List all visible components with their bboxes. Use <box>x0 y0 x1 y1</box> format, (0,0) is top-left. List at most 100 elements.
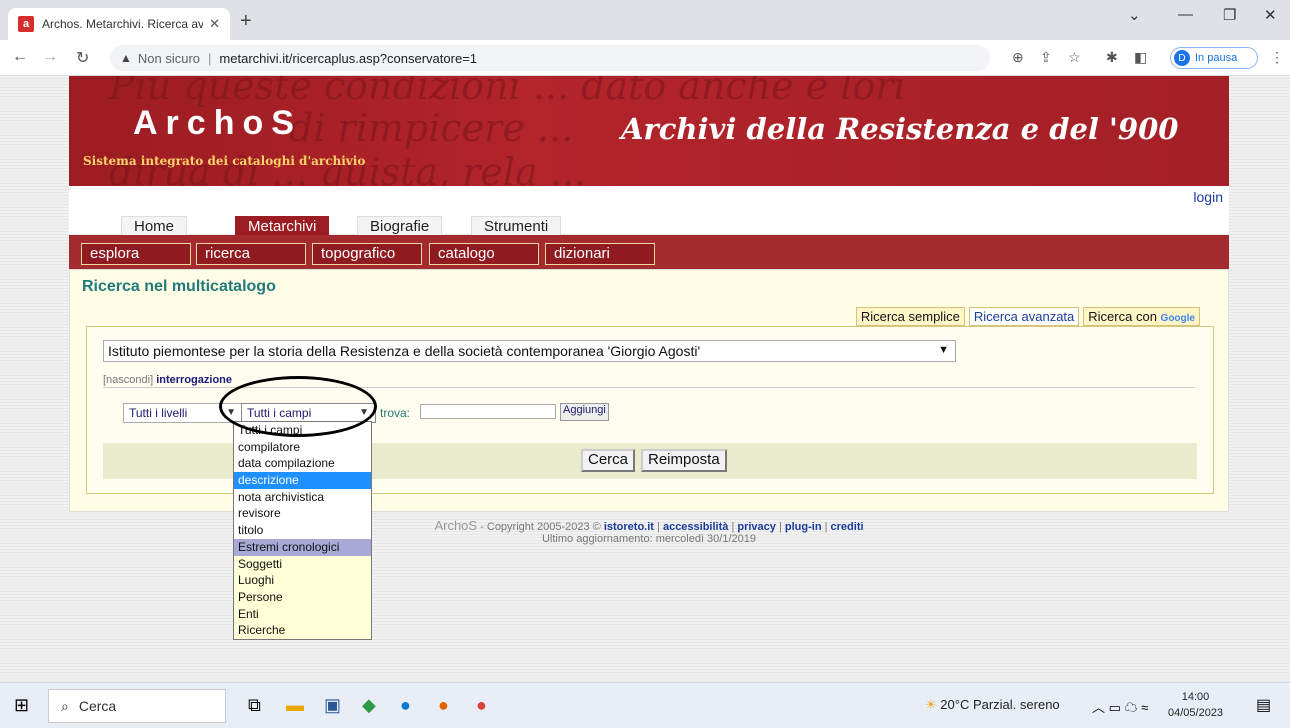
subnav-esplora[interactable]: esplora <box>81 243 191 265</box>
warning-icon[interactable]: ▲ <box>120 51 132 65</box>
level-select-value: Tutti i livelli <box>129 406 188 420</box>
tab-strumenti[interactable]: Strumenti <box>471 216 562 235</box>
highlight-circle <box>219 376 377 437</box>
subnav-ricerca[interactable]: ricerca <box>196 243 306 265</box>
tab-search-icon[interactable]: ⌄ <box>1128 6 1141 24</box>
option-persone[interactable]: Persone <box>234 588 371 606</box>
chrome-icon[interactable]: ● <box>476 695 487 716</box>
zoom-icon[interactable]: ⊕ <box>1012 49 1024 66</box>
task-view-icon[interactable]: ⧉ <box>248 695 261 716</box>
hide-link[interactable]: [nascondi] <box>103 374 153 386</box>
tab-title: Archos. Metarchivi. Ricerca avanz <box>42 17 204 31</box>
reset-button[interactable]: Reimposta <box>641 449 727 472</box>
page-title: Ricerca nel multicatalogo <box>82 278 276 295</box>
handwriting-decoration: di rimpicere ... <box>289 106 574 150</box>
add-button[interactable]: Aggiungi <box>560 403 609 421</box>
find-label: trova: <box>380 406 411 420</box>
institute-select-value: Istituto piemontese per la storia della … <box>108 343 701 359</box>
option-titolo[interactable]: titolo <box>234 522 371 539</box>
google-logo: Google <box>1160 313 1195 324</box>
mode-google-label: Ricerca con <box>1088 309 1157 324</box>
find-input[interactable] <box>420 404 556 419</box>
bookmark-star-icon[interactable]: ☆ <box>1068 49 1081 66</box>
reload-icon[interactable]: ↻ <box>76 48 89 68</box>
security-label: Non sicuro <box>137 50 201 66</box>
option-soggetti[interactable]: Soggetti <box>234 555 371 573</box>
file-explorer-icon[interactable]: ▬ <box>286 695 304 716</box>
new-tab-icon[interactable]: + <box>240 10 252 33</box>
option-descrizione[interactable]: descrizione <box>234 472 371 489</box>
search-button[interactable]: Cerca <box>581 449 636 472</box>
mode-google[interactable]: Ricerca con Google <box>1083 307 1200 326</box>
minimize-icon[interactable]: — <box>1178 6 1193 23</box>
weather-widget[interactable]: ☀ 20°C Parzial. sereno <box>925 697 1060 713</box>
taskbar-search-placeholder: Cerca <box>78 698 117 714</box>
mode-advanced[interactable]: Ricerca avanzata <box>968 307 1080 326</box>
avatar: D <box>1174 50 1190 66</box>
menu-icon[interactable]: ⋮ <box>1270 49 1284 66</box>
app-icon[interactable]: ◆ <box>362 695 376 716</box>
forward-icon[interactable]: → <box>42 48 58 66</box>
subnav-topografico[interactable]: topografico <box>312 243 422 265</box>
footer-link-istoreto[interactable]: istoreto.it <box>604 521 654 533</box>
address-separator: | <box>208 50 212 66</box>
subnav-catalogo[interactable]: catalogo <box>429 243 539 265</box>
chevron-down-icon: ▼ <box>938 344 949 356</box>
windows-taskbar: ⊞ ⌕ Cerca ⧉ ▬ ▣ ◆ ● ● ● ☀ 20°C Parzial. … <box>0 682 1290 728</box>
share-icon[interactable]: ⇪ <box>1040 49 1052 66</box>
profile-button[interactable]: D In pausa <box>1170 47 1258 69</box>
footer-link-credits[interactable]: crediti <box>831 521 864 533</box>
banner-headline: Archivi della Resistenza e del '900 <box>621 112 1179 146</box>
clock-time: 14:00 <box>1181 691 1210 703</box>
restore-icon[interactable]: ❐ <box>1223 6 1236 24</box>
search-mode-tabs: Ricerca semplice Ricerca avanzata Ricerc… <box>855 307 1200 326</box>
notifications-icon[interactable]: ▤ <box>1256 695 1271 715</box>
browser-titlebar: a Archos. Metarchivi. Ricerca avanz ✕ + … <box>0 0 1290 40</box>
weather-icon: ☀ <box>925 697 937 712</box>
url-text: metarchivi.it/ricercaplus.asp?conservato… <box>219 50 478 66</box>
side-panel-icon[interactable]: ◧ <box>1134 49 1147 66</box>
tab-home[interactable]: Home <box>121 216 188 235</box>
query-toggle[interactable]: [nascondi] interrogazione <box>103 374 232 386</box>
institute-select[interactable]: Istituto piemontese per la storia della … <box>103 340 956 362</box>
clock-date: 04/05/2023 <box>1168 707 1224 719</box>
close-tab-icon[interactable]: ✕ <box>209 16 220 32</box>
query-label: interrogazione <box>156 374 233 386</box>
taskbar-search[interactable]: ⌕ Cerca <box>48 689 226 723</box>
firefox-icon[interactable]: ● <box>438 695 449 716</box>
close-window-icon[interactable]: ✕ <box>1264 6 1277 24</box>
windows-start-icon[interactable]: ⊞ <box>14 695 29 716</box>
option-nota-archivistica[interactable]: nota archivistica <box>234 489 371 506</box>
footer-link-plugin[interactable]: plug-in <box>785 521 822 533</box>
option-luoghi[interactable]: Luoghi <box>234 572 371 589</box>
page-background: Piu queste condizioni ... dato anche e l… <box>0 76 1290 682</box>
tab-biografie[interactable]: Biografie <box>357 216 443 235</box>
address-bar[interactable]: ▲ Non sicuro | metarchivi.it/ricercaplus… <box>110 45 990 71</box>
mode-simple[interactable]: Ricerca semplice <box>855 307 965 326</box>
site-banner: Piu queste condizioni ... dato anche e l… <box>69 76 1229 186</box>
edge-icon[interactable]: ● <box>400 695 411 716</box>
login-bar: login <box>69 186 1229 208</box>
tab-metarchivi[interactable]: Metarchivi <box>235 216 330 235</box>
subnav-dizionari[interactable]: dizionari <box>545 243 655 265</box>
footer-link-privacy[interactable]: privacy <box>737 521 776 533</box>
option-estremi-cronologici[interactable]: Estremi cronologici <box>234 538 371 556</box>
back-icon[interactable]: ← <box>12 48 28 66</box>
option-enti[interactable]: Enti <box>234 605 371 623</box>
top-navigation: Home Metarchivi Biografie Strumenti <box>69 208 1229 235</box>
site-favicon-icon: a <box>18 16 34 32</box>
extensions-icon[interactable]: ✱ <box>1106 49 1118 66</box>
option-ricerche[interactable]: Ricerche <box>234 622 371 639</box>
option-revisore[interactable]: revisore <box>234 505 371 522</box>
footer-copyright: - Copyright 2005-2023 © <box>480 521 601 533</box>
option-compilatore[interactable]: compilatore <box>234 439 371 456</box>
tray-icons[interactable]: ︿ ▭ ☁ ≈ <box>1092 697 1148 716</box>
browser-tab[interactable]: a Archos. Metarchivi. Ricerca avanz ✕ <box>8 8 230 40</box>
login-link[interactable]: login <box>1193 189 1223 205</box>
word-icon[interactable]: ▣ <box>324 695 341 716</box>
archos-logo[interactable]: ArchoS <box>133 104 302 143</box>
weather-text: 20°C Parzial. sereno <box>940 697 1060 712</box>
option-data-compilazione[interactable]: data compilazione <box>234 455 371 472</box>
clock[interactable]: 14:00 04/05/2023 <box>1168 689 1223 721</box>
footer-link-accessibility[interactable]: accessibilità <box>663 521 728 533</box>
